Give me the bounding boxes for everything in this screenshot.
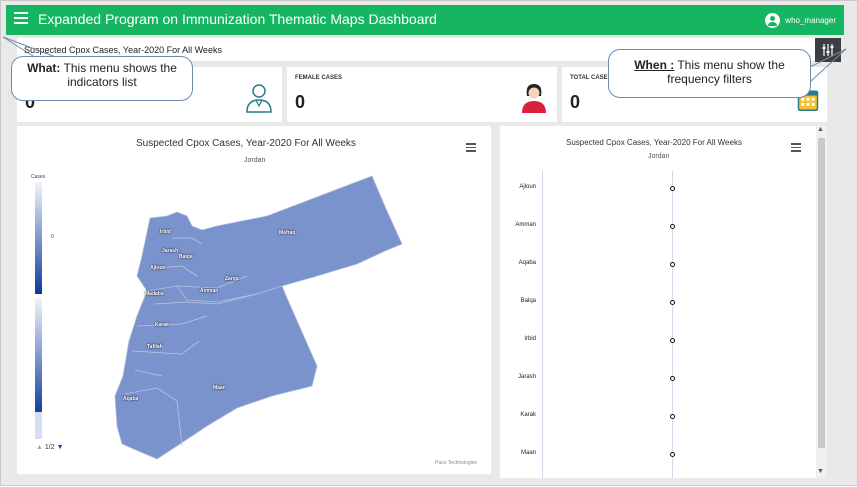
user-avatar-icon <box>765 12 781 28</box>
callout-what-label: What: <box>27 61 61 75</box>
indicators-menu-callout: What: This menu shows the indicators lis… <box>11 56 193 101</box>
scrollbar-thumb[interactable] <box>818 138 825 448</box>
app-title: Expanded Program on Immunization Themati… <box>38 11 437 27</box>
chart-category-label: Jarash <box>517 374 536 380</box>
chart-category-label: Karak <box>520 412 536 418</box>
chart-category-label: Aqaba <box>518 260 536 266</box>
callout-when-text: This menu show the frequency filters <box>667 58 785 86</box>
kpi-label: FEMALE CASES <box>295 75 343 81</box>
map-label-amman: Amman <box>200 288 219 294</box>
chart-data-point[interactable] <box>670 452 675 457</box>
sliders-icon <box>822 44 834 56</box>
chart-panel: Suspected Cpox Cases, Year-2020 For All … <box>500 126 816 478</box>
chart-data-point[interactable] <box>670 300 675 305</box>
callout-when-label: When : <box>634 58 675 72</box>
map-label-zarqa: Zarqa <box>225 276 239 282</box>
chart-zero-line <box>672 171 673 478</box>
map-credits: Pace Technologies <box>435 460 477 466</box>
chart-data-point[interactable] <box>670 414 675 419</box>
top-bar: Expanded Program on Immunization Themati… <box>6 5 844 35</box>
chart-category-label: Balqa <box>520 298 536 304</box>
map-label-jarash: Jarash <box>162 248 179 254</box>
chart-category-label: Ajloun <box>519 184 536 190</box>
page-scrollbar[interactable]: ▲ ▼ <box>816 126 827 478</box>
user-menu[interactable]: who_manager <box>765 11 836 29</box>
scroll-up-icon[interactable]: ▲ <box>817 126 824 133</box>
chart-category-label: Maan <box>520 450 536 456</box>
map-regions <box>114 175 403 460</box>
chart-category-label: Amman <box>515 222 536 228</box>
chart-data-point[interactable] <box>670 186 675 191</box>
male-person-icon <box>246 84 272 113</box>
map-label-irbid: Irbid <box>160 229 171 235</box>
female-person-icon <box>522 84 546 113</box>
kpi-female-cases: FEMALE CASES 0 <box>287 67 557 122</box>
frequency-filter-button[interactable] <box>815 38 841 62</box>
kpi-label: TOTAL CASES <box>570 75 612 81</box>
map-label-madaba: Madaba <box>145 291 164 297</box>
hamburger-menu-icon[interactable] <box>14 12 28 26</box>
map-panel: Suspected Cpox Cases, Year-2020 For All … <box>17 126 491 474</box>
user-name: who_manager <box>785 15 836 25</box>
kpi-value: 0 <box>295 92 306 112</box>
map-label-maan: Maan <box>213 385 226 391</box>
scroll-down-icon[interactable]: ▼ <box>817 468 824 475</box>
frequency-filter-callout: When : This menu show the frequency filt… <box>608 49 811 98</box>
map-label-tafilah: Tafilah <box>147 344 163 350</box>
chart-data-point[interactable] <box>670 262 675 267</box>
callout-what-text: This menu shows the indicators list <box>60 61 177 89</box>
chart-data-point[interactable] <box>670 224 675 229</box>
chart-data-point[interactable] <box>670 376 675 381</box>
jordan-map <box>114 175 403 460</box>
chart-y-axis-line <box>542 171 543 478</box>
dashboard-frame: Expanded Program on Immunization Themati… <box>0 0 858 486</box>
map-label-aqaba: Aqaba <box>123 396 139 402</box>
map-label-balqa: Balqa <box>179 254 193 260</box>
chart-category-label: Irbid <box>524 336 536 342</box>
chart-plot-area: Ajloun Amman Aqaba Balqa Irbid Jarash Karak Maa… <box>500 126 816 478</box>
map-label-mafraq: Mafraq <box>279 230 296 236</box>
chart-data-point[interactable] <box>670 338 675 343</box>
map-label-karak: Karak <box>155 322 169 328</box>
kpi-value: 0 <box>570 92 581 112</box>
map-label-ajloun: Ajloun <box>150 265 166 271</box>
breadcrumb: Suspected Cpox Cases, Year-2020 For All … <box>24 45 222 55</box>
